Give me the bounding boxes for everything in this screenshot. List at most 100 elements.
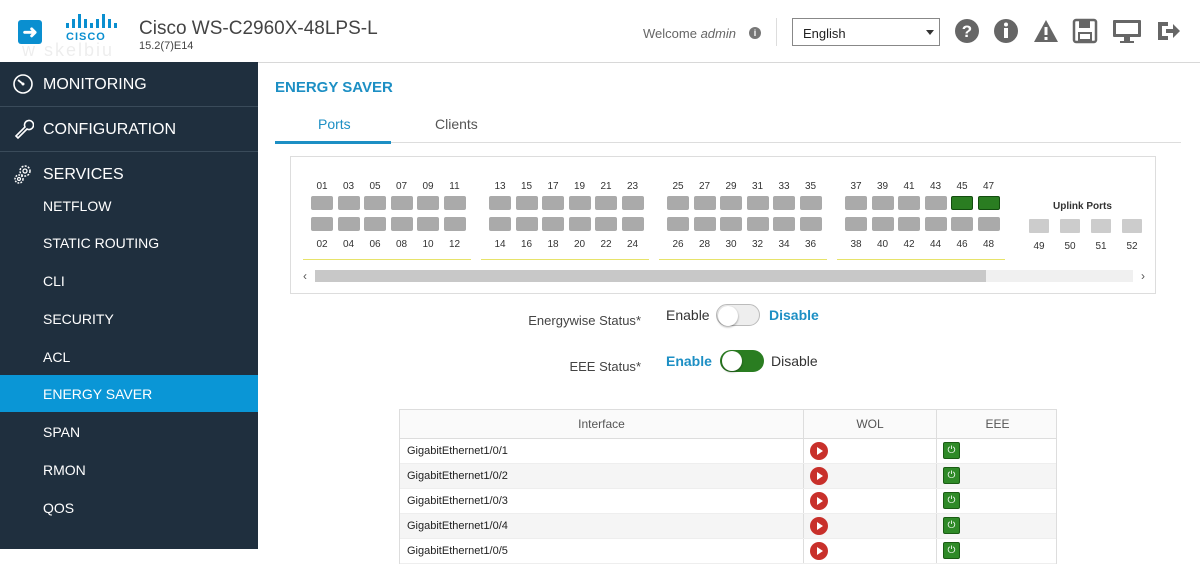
port-30[interactable] — [720, 217, 742, 231]
power-icon[interactable]: ⏻ — [943, 467, 960, 484]
port-11[interactable] — [443, 196, 466, 210]
column-header-wol[interactable]: WOL — [804, 410, 937, 438]
port-47[interactable] — [977, 196, 1000, 210]
port-10[interactable] — [417, 217, 439, 231]
sidebar-item-configuration[interactable]: CONFIGURATION — [0, 107, 258, 152]
save-icon[interactable] — [1072, 18, 1098, 44]
sidebar-item-span[interactable]: SPAN — [0, 413, 258, 450]
port-43[interactable] — [924, 196, 947, 210]
port-13[interactable] — [489, 196, 511, 210]
energywise-disable-text: Disable — [769, 307, 819, 323]
help-icon[interactable]: ? — [954, 18, 980, 44]
port-44[interactable] — [924, 217, 947, 231]
port-25[interactable] — [667, 196, 689, 210]
port-35[interactable] — [799, 196, 822, 210]
port-28[interactable] — [693, 217, 716, 231]
power-icon[interactable]: ⏻ — [943, 442, 960, 459]
port-02[interactable] — [311, 217, 333, 231]
scroll-right-icon[interactable]: › — [1141, 269, 1145, 283]
port-05[interactable] — [364, 196, 386, 210]
port-23[interactable] — [621, 196, 644, 210]
port-17[interactable] — [542, 196, 564, 210]
sidebar-item-acl[interactable]: ACL — [0, 338, 258, 375]
port-number: 19 — [573, 181, 586, 192]
uplink-port-52[interactable] — [1122, 219, 1142, 233]
wol-play-icon[interactable] — [810, 442, 828, 460]
port-20[interactable] — [568, 217, 591, 231]
port-03[interactable] — [337, 196, 360, 210]
port-number: 18 — [547, 239, 559, 250]
port-36[interactable] — [799, 217, 822, 231]
port-04[interactable] — [337, 217, 360, 231]
port-32[interactable] — [746, 217, 769, 231]
port-18[interactable] — [542, 217, 564, 231]
column-header-eee[interactable]: EEE — [937, 410, 1058, 438]
port-24[interactable] — [621, 217, 644, 231]
info-icon[interactable] — [993, 18, 1019, 44]
sidebar-item-qos[interactable]: QOS — [0, 489, 258, 526]
monitor-icon[interactable] — [1112, 18, 1142, 44]
sidebar-item-monitoring[interactable]: MONITORING — [0, 62, 258, 107]
port-48[interactable] — [977, 217, 1000, 231]
port-39[interactable] — [871, 196, 894, 210]
port-number: 23 — [626, 181, 639, 192]
port-12[interactable] — [443, 217, 466, 231]
wol-play-icon[interactable] — [810, 542, 828, 560]
user-info-icon[interactable]: i — [749, 27, 761, 39]
uplink-port-51[interactable] — [1091, 219, 1111, 233]
sidebar-item-energy-saver[interactable]: ENERGY SAVER — [0, 375, 258, 412]
uplink-port-50[interactable] — [1060, 219, 1080, 233]
wol-play-icon[interactable] — [810, 492, 828, 510]
port-number: 22 — [600, 239, 612, 250]
port-06[interactable] — [364, 217, 386, 231]
scroll-left-icon[interactable]: ‹ — [303, 269, 307, 283]
port-42[interactable] — [898, 217, 920, 231]
sidebar-item-netflow[interactable]: NETFLOW — [0, 187, 258, 224]
port-31[interactable] — [746, 196, 769, 210]
power-icon[interactable]: ⏻ — [943, 492, 960, 509]
wol-play-icon[interactable] — [810, 517, 828, 535]
port-34[interactable] — [773, 217, 795, 231]
port-14[interactable] — [489, 217, 511, 231]
eee-toggle[interactable] — [720, 350, 764, 372]
port-15[interactable] — [515, 196, 538, 210]
column-header-interface[interactable]: Interface — [400, 410, 804, 438]
energywise-toggle[interactable] — [716, 304, 760, 326]
power-icon[interactable]: ⏻ — [943, 542, 960, 559]
wrench-icon — [14, 119, 34, 140]
port-46[interactable] — [951, 217, 973, 231]
port-26[interactable] — [667, 217, 689, 231]
port-21[interactable] — [595, 196, 617, 210]
logout-icon[interactable] — [1155, 18, 1181, 44]
port-19[interactable] — [568, 196, 591, 210]
wol-play-icon[interactable] — [810, 467, 828, 485]
port-22[interactable] — [595, 217, 617, 231]
port-41[interactable] — [898, 196, 920, 210]
port-38[interactable] — [845, 217, 867, 231]
sidebar-item-cli[interactable]: CLI — [0, 262, 258, 299]
uplink-port-49[interactable] — [1029, 219, 1049, 233]
port-09[interactable] — [417, 196, 439, 210]
tab-ports[interactable]: Ports — [318, 116, 351, 132]
port-16[interactable] — [515, 217, 538, 231]
scroll-thumb[interactable] — [315, 270, 986, 282]
port-01[interactable] — [311, 196, 333, 210]
tab-clients[interactable]: Clients — [435, 116, 478, 132]
alert-icon[interactable] — [1033, 18, 1059, 44]
port-33[interactable] — [773, 196, 795, 210]
port-29[interactable] — [720, 196, 742, 210]
port-45[interactable] — [951, 196, 973, 210]
sidebar-item-static-routing[interactable]: STATIC ROUTING — [0, 224, 258, 261]
sidebar-item-rmon[interactable]: RMON — [0, 451, 258, 488]
sidebar-item-security[interactable]: SECURITY — [0, 300, 258, 337]
port-40[interactable] — [871, 217, 894, 231]
horizontal-scrollbar[interactable]: ‹ › — [301, 267, 1147, 283]
port-07[interactable] — [390, 196, 413, 210]
port-37[interactable] — [845, 196, 867, 210]
port-08[interactable] — [390, 217, 413, 231]
language-select[interactable]: English — [792, 18, 940, 46]
power-icon[interactable]: ⏻ — [943, 517, 960, 534]
wol-cell — [804, 514, 937, 538]
port-27[interactable] — [693, 196, 716, 210]
scroll-track[interactable] — [315, 270, 1133, 282]
